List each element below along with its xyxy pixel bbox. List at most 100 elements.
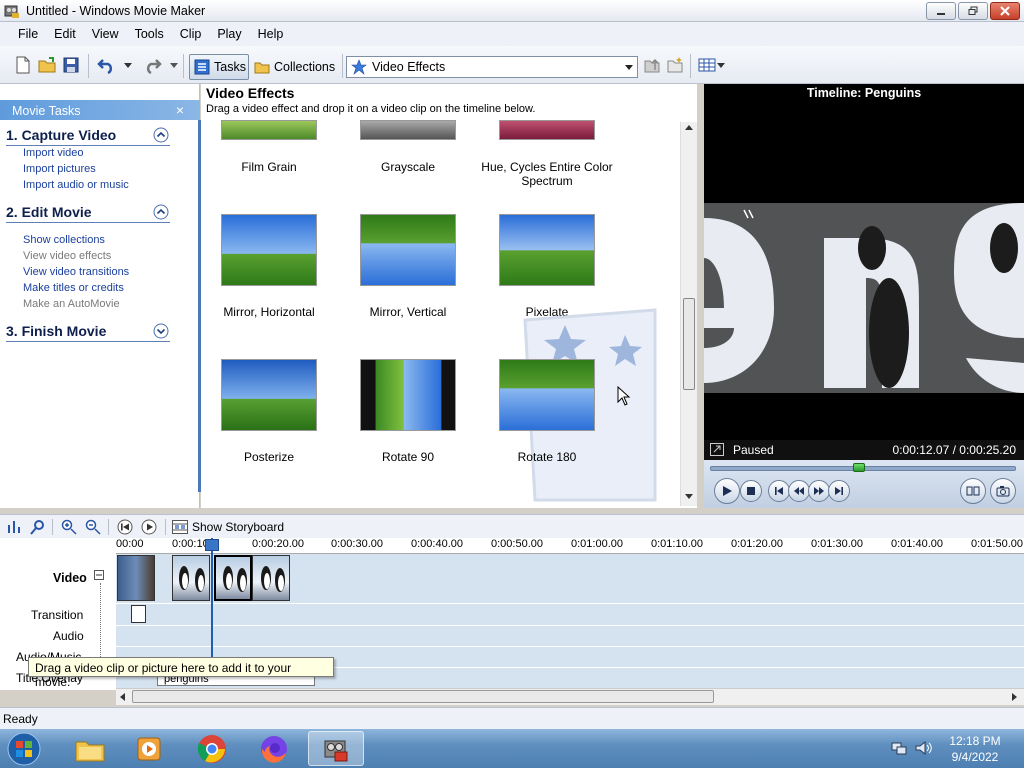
effect-thumbnail-mirror-vertical[interactable] bbox=[360, 214, 456, 286]
rewind-button[interactable] bbox=[788, 480, 810, 502]
fast-forward-button[interactable] bbox=[808, 480, 830, 502]
next-frame-button[interactable] bbox=[828, 480, 850, 502]
collapse-track-icon[interactable] bbox=[94, 570, 104, 580]
task-section-edit-movie[interactable]: 2. Edit Movie bbox=[6, 204, 170, 223]
penguin-thumbnails bbox=[179, 566, 285, 592]
effect-label: Rotate 90 bbox=[381, 450, 435, 464]
taskbar-explorer[interactable] bbox=[62, 731, 118, 766]
task-link-show-collections[interactable]: Show collections bbox=[23, 234, 105, 246]
tasks-button[interactable]: Tasks bbox=[189, 54, 249, 80]
taskbar-firefox[interactable] bbox=[246, 731, 302, 766]
task-link-make-automovie: Make an AutoMovie bbox=[23, 298, 120, 310]
start-button[interactable] bbox=[4, 730, 44, 767]
undo-icon[interactable] bbox=[97, 56, 115, 74]
narrate-timeline-icon[interactable] bbox=[30, 519, 46, 535]
up-one-level-icon[interactable] bbox=[643, 56, 661, 74]
task-link-make-titles[interactable]: Make titles or credits bbox=[23, 282, 124, 294]
camera-icon bbox=[996, 486, 1010, 497]
task-link-view-video-transitions[interactable]: View video transitions bbox=[23, 266, 129, 278]
timeline-ruler[interactable]: 00:00 0:00:10 0:00:20.00 0:00:30.00 0:00… bbox=[116, 538, 1024, 554]
new-project-icon[interactable] bbox=[14, 56, 32, 74]
rewind-timeline-icon[interactable] bbox=[117, 519, 133, 535]
task-section-finish-movie[interactable]: 3. Finish Movie bbox=[6, 323, 170, 342]
menu-help[interactable]: Help bbox=[250, 27, 292, 41]
collections-button[interactable]: Collections bbox=[252, 54, 338, 80]
preview-video-frame bbox=[704, 108, 1024, 438]
timeline-toolbar: Show Storyboard bbox=[0, 514, 1024, 538]
network-icon[interactable] bbox=[891, 740, 907, 756]
close-button[interactable] bbox=[990, 2, 1020, 20]
windows-start-icon bbox=[7, 732, 41, 765]
task-link-import-pictures[interactable]: Import pictures bbox=[23, 163, 96, 175]
effect-thumbnail-grayscale[interactable] bbox=[360, 120, 456, 140]
show-storyboard-button[interactable]: Show Storyboard bbox=[192, 520, 284, 534]
minimize-button[interactable] bbox=[926, 2, 956, 20]
zoom-in-icon[interactable] bbox=[61, 519, 77, 535]
taskbar-chrome[interactable] bbox=[184, 731, 240, 766]
collections-select[interactable]: Video Effects bbox=[346, 56, 638, 78]
volume-icon[interactable] bbox=[914, 740, 932, 756]
task-link-import-video[interactable]: Import video bbox=[23, 147, 84, 159]
effect-thumbnail-hue[interactable] bbox=[499, 120, 595, 140]
taskbar-media-player[interactable] bbox=[121, 731, 177, 766]
open-project-icon[interactable] bbox=[38, 56, 56, 74]
collapse-up-icon[interactable] bbox=[153, 204, 169, 220]
effect-thumbnail-posterize[interactable] bbox=[221, 359, 317, 431]
scroll-left-arrow-icon[interactable] bbox=[120, 693, 126, 701]
scroll-right-arrow-icon[interactable] bbox=[1012, 693, 1018, 701]
menu-play[interactable]: Play bbox=[209, 27, 249, 41]
movie-tasks-header: Movie Tasks × bbox=[0, 100, 200, 120]
close-icon bbox=[1000, 6, 1010, 16]
task-section-capture-video[interactable]: 1. Capture Video bbox=[6, 127, 170, 146]
redo-icon[interactable] bbox=[144, 56, 162, 74]
menu-tools[interactable]: Tools bbox=[127, 27, 172, 41]
restore-button[interactable] bbox=[958, 2, 988, 20]
effect-label: Posterize bbox=[243, 450, 295, 464]
take-picture-button[interactable] bbox=[990, 478, 1016, 504]
effect-thumbnail-rotate-90[interactable] bbox=[360, 359, 456, 431]
save-project-icon[interactable] bbox=[62, 56, 80, 74]
transition-slot[interactable] bbox=[131, 605, 146, 623]
effects-vertical-scrollbar[interactable] bbox=[680, 122, 697, 506]
video-clip[interactable] bbox=[117, 555, 155, 601]
play-button[interactable] bbox=[714, 478, 740, 504]
effects-scroll-thumb[interactable] bbox=[683, 298, 695, 390]
effects-title: Video Effects bbox=[206, 85, 295, 101]
effect-thumbnail-rotate-180[interactable] bbox=[499, 359, 595, 431]
menu-clip[interactable]: Clip bbox=[172, 27, 210, 41]
menu-file[interactable]: File bbox=[10, 27, 46, 41]
stop-button[interactable] bbox=[740, 480, 762, 502]
set-audio-levels-icon[interactable] bbox=[6, 519, 22, 535]
zoom-out-icon[interactable] bbox=[85, 519, 101, 535]
effect-thumbnail-pixelate[interactable] bbox=[499, 214, 595, 286]
seek-bar-thumb[interactable] bbox=[853, 463, 866, 472]
window-title: Untitled - Windows Movie Maker bbox=[26, 4, 206, 18]
collapse-up-icon[interactable] bbox=[153, 127, 169, 143]
effect-thumbnail-film-grain[interactable] bbox=[221, 120, 317, 140]
undo-dropdown-icon[interactable] bbox=[124, 63, 132, 69]
timeline-horizontal-scrollbar[interactable] bbox=[116, 688, 1024, 705]
expand-down-icon[interactable] bbox=[153, 323, 169, 339]
effect-thumbnail-mirror-horizontal[interactable] bbox=[221, 214, 317, 286]
taskbar-movie-maker[interactable] bbox=[308, 731, 364, 766]
play-timeline-icon[interactable] bbox=[141, 519, 157, 535]
views-icon[interactable] bbox=[698, 56, 716, 74]
storyboard-icon bbox=[172, 520, 188, 534]
close-pane-icon[interactable]: × bbox=[176, 102, 184, 118]
scroll-down-arrow-icon[interactable] bbox=[685, 494, 693, 500]
menu-view[interactable]: View bbox=[84, 27, 127, 41]
full-screen-icon[interactable] bbox=[710, 443, 724, 456]
taskbar-clock[interactable]: 12:18 PM 9/4/2022 bbox=[940, 733, 1010, 765]
effects-hint: Drag a video effect and drop it on a vid… bbox=[206, 103, 536, 115]
views-dropdown-icon[interactable] bbox=[717, 63, 725, 69]
split-clip-button[interactable] bbox=[960, 478, 986, 504]
redo-dropdown-icon[interactable] bbox=[170, 63, 178, 69]
scroll-up-arrow-icon[interactable] bbox=[685, 125, 693, 131]
menu-edit[interactable]: Edit bbox=[46, 27, 84, 41]
ruler-tick-label: 0:00:40.00 bbox=[411, 538, 463, 550]
previous-frame-button[interactable] bbox=[768, 480, 790, 502]
task-link-import-audio[interactable]: Import audio or music bbox=[23, 179, 129, 191]
new-collection-folder-icon[interactable] bbox=[666, 56, 684, 74]
timeline-scroll-thumb[interactable] bbox=[132, 690, 714, 703]
playhead-handle[interactable] bbox=[205, 539, 219, 551]
